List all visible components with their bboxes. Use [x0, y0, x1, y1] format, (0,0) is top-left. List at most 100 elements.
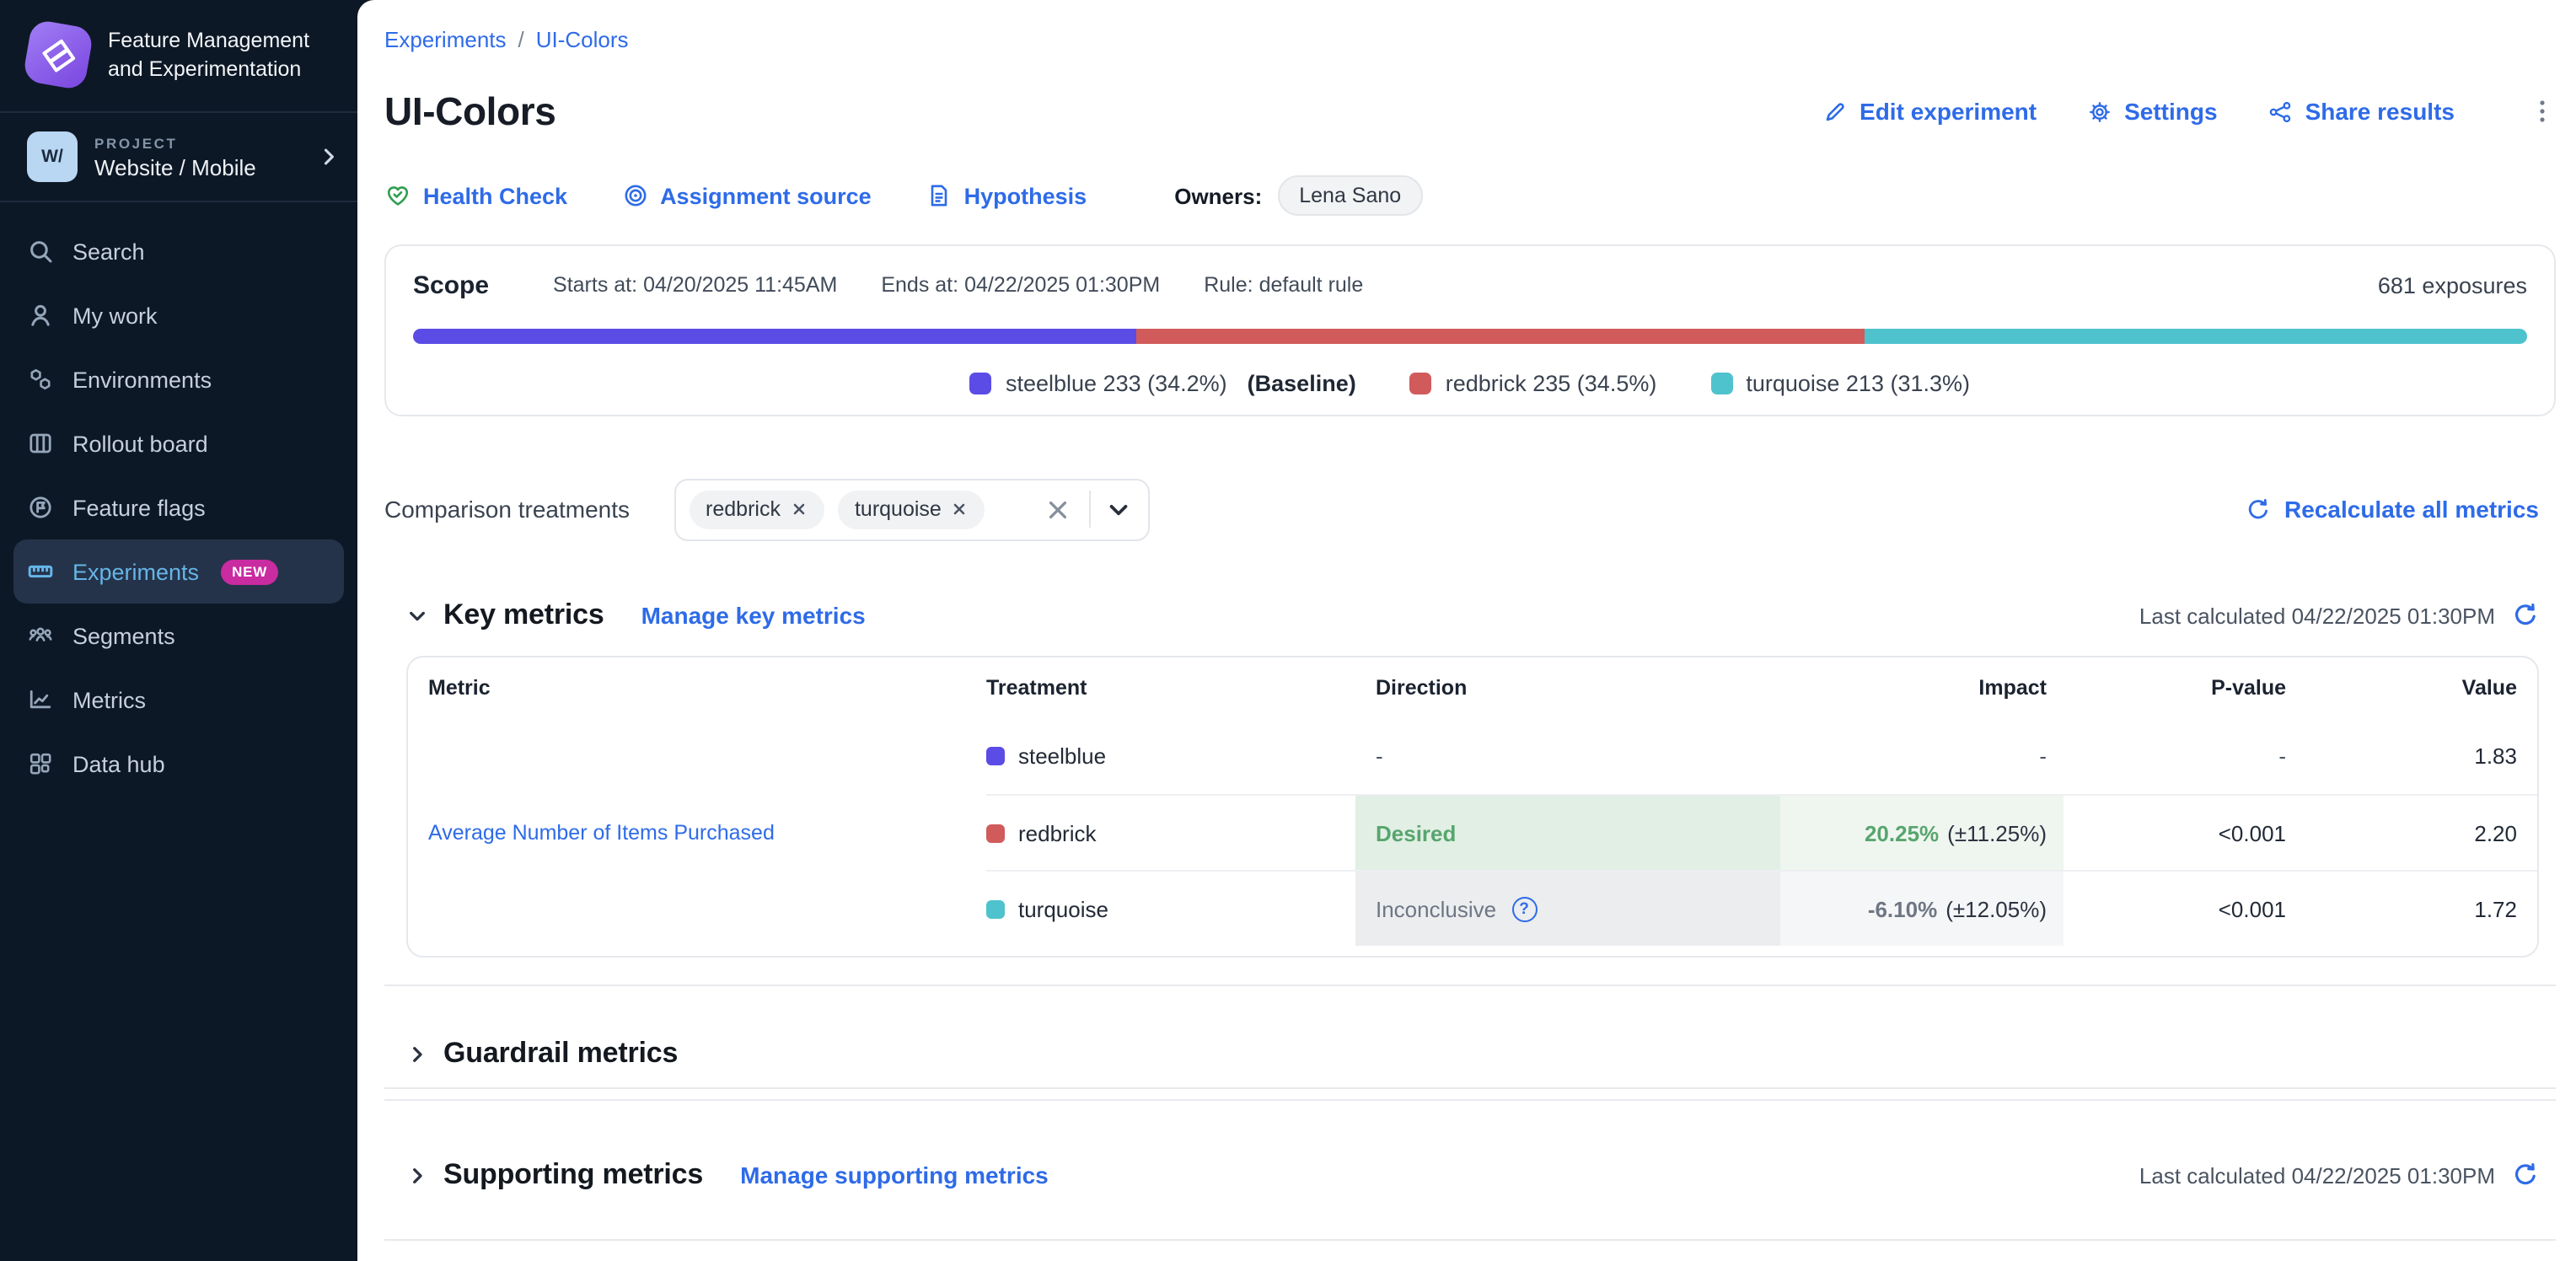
legend-label: redbrick 235 (34.5%) [1446, 371, 1657, 396]
sidebar-item-metrics[interactable]: Metrics [0, 668, 357, 732]
metric-link[interactable]: Average Number of Items Purchased [428, 820, 775, 844]
col-header-impact: Impact [1780, 657, 2063, 718]
sidebar-item-environments[interactable]: Environments [0, 347, 357, 411]
key-metrics-title: Key metrics [443, 598, 604, 632]
turquoise-swatch [986, 899, 1005, 918]
sidebar-item-rollout-board[interactable]: Rollout board [0, 411, 357, 475]
owners: Owners: Lena Sano [1174, 175, 1423, 216]
supporting-header: Supporting metrics Manage supporting met… [406, 1151, 2539, 1199]
refresh-icon [2246, 496, 2271, 522]
legend-item-steelblue: steelblue 233 (34.2%) (Baseline) [970, 371, 1356, 396]
clear-selection-icon[interactable] [1044, 496, 1070, 522]
chevron-down-icon[interactable] [406, 604, 428, 626]
project-switcher[interactable]: W/ PROJECT Website / Mobile [0, 113, 357, 202]
last-calculated-text: Last calculated 04/22/2025 01:30PM [2139, 1162, 2495, 1188]
settings-label: Settings [2124, 98, 2217, 125]
key-metrics-table: Metric Treatment Direction Impact P-valu… [408, 657, 2537, 946]
heart-check-icon [384, 182, 411, 209]
manage-key-metrics-link[interactable]: Manage key metrics [641, 602, 866, 629]
chip-redbrick[interactable]: redbrick [689, 490, 824, 529]
value-cell: 2.20 [2300, 794, 2537, 870]
help-icon[interactable]: ? [1511, 896, 1537, 921]
pvalue-cell: <0.001 [2063, 794, 2300, 870]
recalculate-all-metrics-button[interactable]: Recalculate all metrics [2246, 496, 2539, 523]
chevron-right-icon [317, 145, 341, 169]
impact-cell: - [1780, 718, 2063, 794]
chevron-right-icon[interactable] [406, 1164, 428, 1186]
sidebar-item-label: Search [72, 239, 145, 264]
supporting-section: Supporting metrics Manage supporting met… [406, 1151, 2539, 1199]
brand-logo-icon [22, 19, 94, 91]
steelblue-swatch [970, 373, 992, 394]
section-divider [384, 1239, 2556, 1241]
treatment-name: steelblue [1018, 743, 1106, 769]
treatments-select[interactable]: redbrick turquoise [674, 478, 1149, 540]
direction-cell-inconclusive: Inconclusive? [1355, 870, 1780, 946]
gear-icon [2087, 99, 2112, 124]
value-cell: 1.72 [2300, 870, 2537, 946]
edit-experiment-button[interactable]: Edit experiment [1822, 98, 2037, 125]
flag-circle-icon [27, 494, 54, 521]
share-results-button[interactable]: Share results [2268, 98, 2455, 125]
more-options-icon[interactable] [2529, 98, 2556, 125]
treatment-name: turquoise [1018, 896, 1108, 921]
chip-remove-icon[interactable] [952, 501, 969, 518]
sidebar-item-search[interactable]: Search [0, 219, 357, 283]
project-meta: PROJECT Website / Mobile [94, 134, 300, 180]
chart-icon [27, 686, 54, 713]
bar-segment-turquoise [1865, 329, 2527, 344]
refresh-icon[interactable] [2512, 1162, 2539, 1189]
bar-segment-redbrick [1136, 329, 1865, 344]
pencil-icon [1822, 99, 1848, 124]
assignment-source-label: Assignment source [660, 183, 872, 208]
comparison-label: Comparison treatments [384, 496, 630, 523]
legend-label: turquoise 213 (31.3%) [1746, 371, 1970, 396]
redbrick-swatch [1410, 373, 1432, 394]
sidebar-item-data-hub[interactable]: Data hub [0, 732, 357, 796]
chip-remove-icon[interactable] [791, 501, 808, 518]
share-icon [2268, 99, 2294, 124]
breadcrumb-current[interactable]: UI-Colors [536, 27, 629, 52]
header-actions: Edit experiment Settings Share results [1822, 98, 2556, 125]
sidebar-item-experiments[interactable]: Experiments NEW [13, 539, 344, 604]
sidebar-item-segments[interactable]: Segments [0, 604, 357, 668]
sidebar-item-feature-flags[interactable]: Feature flags [0, 475, 357, 539]
scope-title: Scope [413, 271, 489, 299]
owner-chip[interactable]: Lena Sano [1277, 175, 1423, 216]
chip-label: turquoise [855, 497, 942, 521]
brand-title: Feature Management and Experimentation [108, 27, 334, 83]
select-divider [1088, 491, 1090, 528]
supporting-last-calculated: Last calculated 04/22/2025 01:30PM [2139, 1162, 2539, 1189]
health-check-link[interactable]: Health Check [384, 182, 567, 209]
assignment-source-link[interactable]: Assignment source [621, 182, 872, 209]
settings-button[interactable]: Settings [2087, 98, 2217, 125]
user-icon [27, 302, 54, 329]
treatment-name: redbrick [1018, 820, 1097, 845]
breadcrumb-experiments[interactable]: Experiments [384, 27, 507, 52]
new-badge: NEW [221, 559, 278, 584]
impact-ci: (±12.05%) [1945, 896, 2047, 921]
page-header: UI-Colors Edit experiment Settings Share… [384, 83, 2556, 140]
pvalue-cell: <0.001 [2063, 870, 2300, 946]
sidebar-item-label: My work [72, 303, 158, 328]
section-divider [384, 1087, 2556, 1089]
hexagons-icon [27, 366, 54, 393]
impact-cell: -6.10%(±12.05%) [1780, 870, 2063, 946]
people-icon [27, 622, 54, 649]
treatment-cell-turquoise: turquoise [986, 870, 1355, 946]
hypothesis-label: Hypothesis [964, 183, 1087, 208]
search-icon [27, 238, 54, 265]
chip-turquoise[interactable]: turquoise [838, 490, 985, 529]
hypothesis-link[interactable]: Hypothesis [926, 182, 1087, 209]
refresh-icon[interactable] [2512, 602, 2539, 629]
treatment-cell-redbrick: redbrick [986, 794, 1355, 870]
baseline-label: (Baseline) [1248, 371, 1356, 396]
chevron-right-icon[interactable] [406, 1043, 428, 1065]
sidebar-item-my-work[interactable]: My work [0, 283, 357, 347]
chevron-down-icon[interactable] [1105, 496, 1130, 522]
share-results-label: Share results [2305, 98, 2455, 125]
direction-cell: - [1355, 718, 1780, 794]
turquoise-swatch [1710, 373, 1732, 394]
project-name: Website / Mobile [94, 154, 300, 180]
manage-supporting-metrics-link[interactable]: Manage supporting metrics [740, 1162, 1049, 1189]
